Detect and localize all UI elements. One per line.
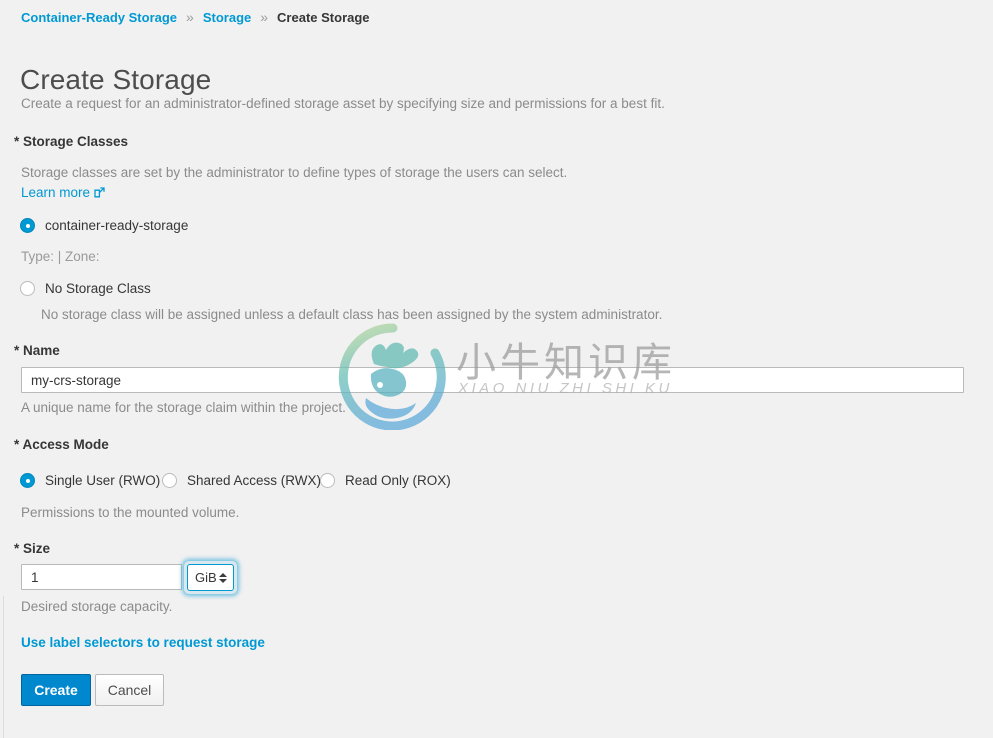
- label-selectors-link-wrapper[interactable]: Use label selectors to request storage: [21, 635, 265, 650]
- left-rail-divider: [3, 596, 4, 738]
- radio-icon-container-ready-storage[interactable]: [20, 218, 35, 233]
- create-storage-page: 小牛知识库 XIAO NIU ZHI SHI KU Container-Read…: [0, 0, 993, 738]
- radio-option-read-only-rox[interactable]: Read Only (ROX): [320, 473, 451, 488]
- radio-label-shared-access-rwx[interactable]: Shared Access (RWX): [187, 473, 321, 488]
- radio-icon-shared-access-rwx[interactable]: [162, 473, 177, 488]
- label-selectors-link[interactable]: Use label selectors to request storage: [21, 635, 265, 650]
- name-help-text: A unique name for the storage claim with…: [21, 400, 346, 415]
- breadcrumb-item-storage[interactable]: Storage: [203, 10, 251, 25]
- radio-icon-no-storage-class[interactable]: [20, 281, 35, 296]
- radio-option-no-storage-class[interactable]: No Storage Class: [20, 281, 151, 296]
- storage-classes-description: Storage classes are set by the administr…: [21, 165, 568, 180]
- access-mode-label: * Access Mode: [14, 437, 109, 452]
- create-button[interactable]: Create: [21, 674, 91, 706]
- breadcrumb: Container-Ready Storage » Storage » Crea…: [21, 9, 370, 25]
- size-unit-value: GiB: [195, 570, 217, 585]
- radio-label-single-user-rwo[interactable]: Single User (RWO): [45, 473, 160, 488]
- size-label: * Size: [14, 541, 51, 556]
- breadcrumb-item-create-storage: Create Storage: [277, 9, 370, 25]
- page-subtitle: Create a request for an administrator-de…: [21, 96, 665, 111]
- radio-option-shared-access-rwx[interactable]: Shared Access (RWX): [162, 473, 321, 488]
- radio-label-read-only-rox[interactable]: Read Only (ROX): [345, 473, 451, 488]
- radio-icon-single-user-rwo[interactable]: [20, 473, 35, 488]
- size-unit-select-wrapper[interactable]: GiB: [184, 561, 237, 594]
- name-label: * Name: [14, 343, 60, 358]
- external-link-icon: [94, 186, 105, 201]
- name-input[interactable]: [21, 367, 964, 393]
- breadcrumb-item-container-ready-storage[interactable]: Container-Ready Storage: [21, 10, 177, 25]
- page-title: Create Storage: [20, 63, 212, 95]
- cancel-button[interactable]: Cancel: [95, 674, 164, 706]
- stepper-arrows-icon: [219, 572, 227, 583]
- storage-classes-label: * Storage Classes: [14, 134, 129, 149]
- access-mode-help-text: Permissions to the mounted volume.: [21, 505, 240, 520]
- learn-more-link-wrapper[interactable]: Learn more: [21, 185, 105, 201]
- size-input[interactable]: [21, 564, 182, 590]
- no-storage-class-description: No storage class will be assigned unless…: [41, 307, 663, 322]
- size-unit-select[interactable]: GiB: [187, 564, 234, 591]
- learn-more-link[interactable]: Learn more: [21, 185, 90, 200]
- breadcrumb-separator-icon: »: [260, 9, 269, 25]
- size-help-text: Desired storage capacity.: [21, 599, 173, 614]
- breadcrumb-separator-icon: »: [186, 9, 194, 25]
- radio-icon-read-only-rox[interactable]: [320, 473, 335, 488]
- storage-class-meta: Type: | Zone:: [21, 249, 100, 264]
- radio-option-single-user-rwo[interactable]: Single User (RWO): [20, 473, 160, 488]
- radio-label-no-storage-class[interactable]: No Storage Class: [45, 281, 151, 296]
- radio-option-container-ready-storage[interactable]: container-ready-storage: [20, 218, 188, 233]
- radio-label-container-ready-storage[interactable]: container-ready-storage: [45, 218, 188, 233]
